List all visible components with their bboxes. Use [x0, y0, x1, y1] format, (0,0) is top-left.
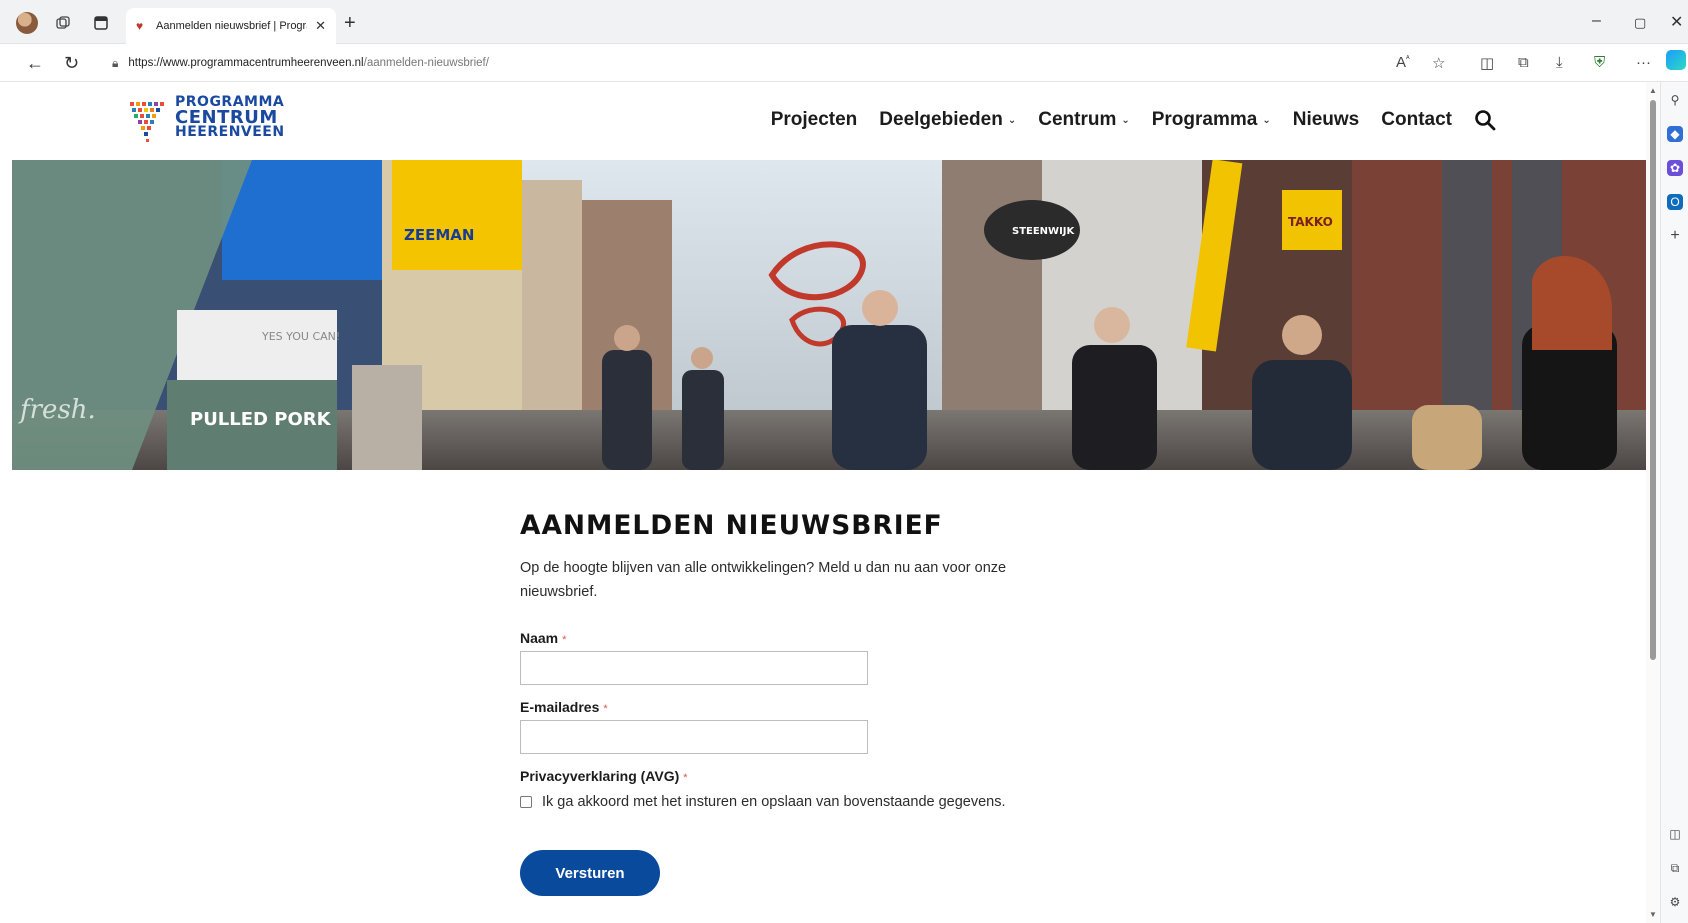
required-mark: * — [603, 703, 608, 715]
tab-actions-icon[interactable] — [92, 14, 110, 32]
sidebar-tools-icon[interactable]: ✿ — [1667, 160, 1683, 176]
nav-label: Projecten — [770, 109, 858, 130]
nav-item-programma[interactable]: Programma ⌄ — [1152, 109, 1271, 131]
logo-text: PROGRAMMA CENTRUM HEERENVEEN — [175, 95, 285, 140]
favorite-star-icon[interactable]: ☆ — [1432, 54, 1445, 72]
lock-icon: 🔒︎ — [112, 55, 119, 70]
browser-tab[interactable]: ♥ Aanmelden nieuwsbrief | Progra ✕ — [126, 8, 336, 44]
page-title: AANMELDEN NIEUWSBRIEF — [520, 510, 943, 541]
email-label-text: E-mailadres — [520, 699, 600, 715]
edge-sidebar: ⚲ ◆ ✿ O + ◫ ⧉ ⚙ — [1660, 82, 1688, 923]
sidebar-hide-icon[interactable]: ◫ — [1667, 826, 1683, 842]
maximize-icon[interactable]: ▢ — [1634, 15, 1646, 31]
logo-mark-icon — [130, 102, 164, 142]
url-path: /aanmelden-nieuwsbrief/ — [363, 57, 489, 69]
email-label: E-mailadres * — [520, 699, 1080, 715]
takko-sign-text: TAKKO — [1288, 215, 1333, 229]
url-host: https://www.programmacentrumheerenveen.n… — [128, 57, 364, 69]
nav-label: Nieuws — [1292, 109, 1360, 130]
nav-item-deelgebieden[interactable]: Deelgebieden ⌄ — [879, 109, 1016, 131]
browser-titlebar: ♥ Aanmelden nieuwsbrief | Progra ✕ + – ▢… — [0, 0, 1688, 44]
copilot-icon[interactable] — [1666, 50, 1686, 70]
privacy-label-text: Privacyverklaring (AVG) — [520, 768, 680, 784]
site-header: PROGRAMMA CENTRUM HEERENVEEN Projecten D… — [10, 82, 1646, 160]
address-bar: ← ↻ 🔒︎ https://www.programmacentrumheere… — [0, 44, 1688, 82]
required-mark: * — [562, 634, 567, 646]
consent-row: Ik ga akkoord met het insturen en opslaa… — [520, 794, 1080, 810]
logo-line-2: CENTRUM — [175, 107, 278, 128]
nav-item-contact[interactable]: Contact — [1381, 109, 1452, 131]
collections-icon[interactable]: ⧉ — [1518, 54, 1529, 71]
search-icon[interactable] — [1474, 109, 1496, 131]
nav-label: Programma — [1151, 109, 1258, 130]
page-scrollbar[interactable]: ▲ ▼ — [1646, 82, 1660, 923]
consent-text[interactable]: Ik ga akkoord met het insturen en opslaa… — [542, 794, 1006, 810]
nav-label: Deelgebieden — [879, 109, 1003, 130]
pulled-pork-sign-text: PULLED PORK — [190, 409, 332, 430]
newsletter-form-section: AANMELDEN NIEUWSBRIEF Op de hoogte blijv… — [520, 510, 1080, 896]
yes-you-can-sign-text: YES YOU CAN! — [261, 330, 340, 343]
name-field[interactable] — [520, 651, 868, 685]
sidebar-external-icon[interactable]: ⧉ — [1667, 860, 1683, 876]
close-window-icon[interactable]: ✕ — [1670, 12, 1683, 32]
nav-item-projecten[interactable]: Projecten — [771, 109, 858, 131]
submit-button[interactable]: Versturen — [520, 850, 660, 896]
refresh-icon[interactable]: ↻ — [64, 53, 79, 74]
profile-avatar[interactable] — [16, 12, 38, 34]
split-screen-icon[interactable]: ◫ — [1480, 54, 1494, 72]
extensions-icon[interactable]: ⛨ — [1594, 54, 1605, 71]
site-logo[interactable]: PROGRAMMA CENTRUM HEERENVEEN — [128, 92, 298, 148]
sidebar-search-icon[interactable]: ⚲ — [1667, 92, 1683, 108]
intro-text: Op de hoogte blijven van alle ontwikkeli… — [520, 560, 1007, 600]
sidebar-shopping-icon[interactable]: ◆ — [1667, 126, 1683, 142]
sidebar-settings-icon[interactable]: ⚙ — [1667, 894, 1683, 910]
scroll-down-icon[interactable]: ▼ — [1649, 910, 1657, 919]
name-label-text: Naam — [520, 630, 559, 646]
tab-title: Aanmelden nieuwsbrief | Progra — [156, 20, 308, 32]
chevron-down-icon: ⌄ — [1121, 114, 1130, 126]
nav-item-centrum[interactable]: Centrum ⌄ — [1038, 109, 1130, 131]
url-field[interactable]: 🔒︎ https://www.programmacentrumheerenvee… — [100, 49, 1400, 77]
nav-label: Centrum — [1038, 109, 1117, 130]
email-field[interactable] — [520, 720, 868, 754]
shopping-street-photo: ZEEMAN STEENWIJK TAKKO PULLED PORK fresh… — [12, 160, 1646, 470]
logo-line-3: HEERENVEEN — [175, 124, 285, 140]
required-mark: * — [683, 772, 688, 784]
hero-image: ZEEMAN STEENWIJK TAKKO PULLED PORK fresh… — [12, 160, 1646, 470]
more-menu-icon[interactable]: ··· — [1636, 54, 1651, 71]
scroll-thumb[interactable] — [1650, 100, 1656, 660]
chevron-down-icon: ⌄ — [1007, 114, 1017, 126]
scroll-up-icon[interactable]: ▲ — [1649, 86, 1657, 95]
sidebar-add-icon[interactable]: + — [1667, 227, 1683, 244]
downloads-icon[interactable]: ⤓ — [1556, 54, 1563, 71]
fresh-flag-text: fresh. — [18, 395, 96, 425]
nav-label: Contact — [1381, 109, 1452, 130]
site-favicon-icon: ♥ — [136, 19, 144, 33]
read-aloud-icon[interactable]: Aᴬ — [1396, 54, 1410, 71]
chevron-down-icon: ⌄ — [1262, 114, 1271, 126]
sidebar-outlook-icon[interactable]: O — [1667, 194, 1683, 210]
name-label: Naam * — [520, 630, 1080, 646]
newsletter-form: Naam * E-mailadres * Privacyverklaring (AV… — [520, 630, 1080, 896]
nav-item-nieuws[interactable]: Nieuws — [1293, 109, 1360, 131]
new-tab-icon[interactable]: + — [344, 12, 356, 35]
steenwijk-sign-text: STEENWIJK — [1012, 226, 1076, 237]
back-arrow-icon[interactable]: ← — [26, 53, 44, 74]
workspaces-icon[interactable] — [54, 14, 72, 32]
main-navigation: Projecten Deelgebieden ⌄ Centrum ⌄ Program… — [771, 109, 1496, 131]
close-tab-icon[interactable]: ✕ — [315, 18, 326, 34]
privacy-label: Privacyverklaring (AVG) * — [520, 768, 1080, 784]
zeeman-sign-text: ZEEMAN — [404, 226, 474, 244]
minimize-icon[interactable]: – — [1592, 12, 1601, 30]
consent-checkbox[interactable] — [520, 796, 532, 808]
